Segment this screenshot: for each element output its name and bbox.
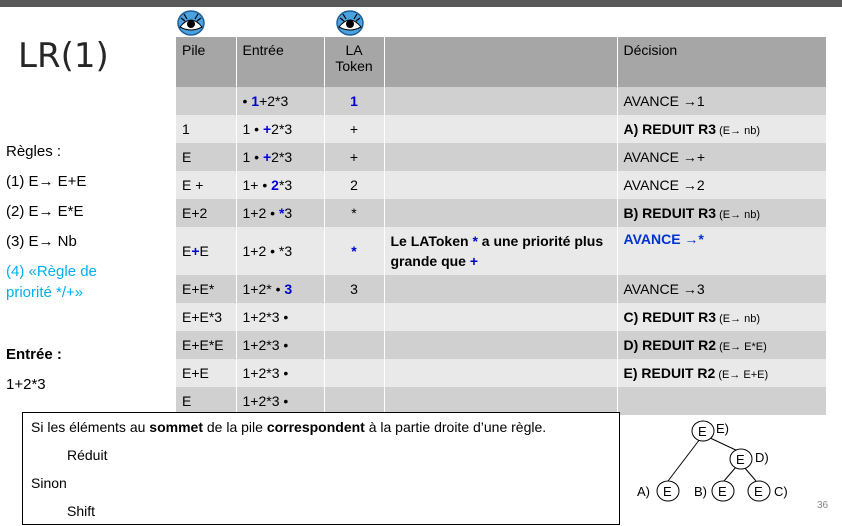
note-line-1: Si les éléments au sommet de la pile cor…: [31, 419, 547, 435]
parse-tree-diagram: E E) E D) E A) E B) E C): [637, 420, 788, 502]
header-pile: Pile: [176, 37, 237, 87]
tree-node-root-label: E: [698, 424, 707, 439]
note-line-sinon: Sinon: [31, 475, 67, 491]
table-row: E+2 1+2 • *3 * B) REDUIT R3 (E→ nb): [176, 199, 826, 227]
rule-1: (1) E→ E+E: [6, 173, 87, 190]
tree-label-b: B): [694, 484, 707, 499]
tree-node-d-label: E: [736, 452, 745, 467]
table-row: • 1+2*3 1 AVANCE →1: [176, 87, 826, 115]
table-row: E+E*3 1+2*3 • C) REDUIT R3 (E→ nb): [176, 303, 826, 331]
header-la-token: LA Token: [324, 37, 385, 87]
table-row: E 1 • +2*3 + AVANCE →+: [176, 143, 826, 171]
tree-label-d: D): [755, 450, 769, 465]
note-line-reduit: Réduit: [67, 447, 108, 463]
table-row: E+E*E 1+2*3 • D) REDUIT R2 (E→ E*E): [176, 331, 826, 359]
tree-node-a-label: E: [663, 484, 672, 499]
tree-node-c-label: E: [754, 484, 763, 499]
rule-3: (3) E→ Nb: [6, 233, 77, 250]
table-row: E 1+2*3 •: [176, 387, 826, 415]
table-header: Pile Entrée LA Token Décision: [176, 37, 826, 87]
tree-label-e: E): [716, 421, 729, 436]
eye-icon: [336, 10, 364, 36]
algorithm-note-box: Si les éléments au sommet de la pile cor…: [22, 412, 620, 525]
header-decision: Décision: [617, 37, 826, 87]
table-row: E+E 1+2*3 • E) REDUIT R2 (E→ E+E): [176, 359, 826, 387]
input-value: 1+2*3: [6, 376, 46, 393]
eye-icon: [177, 10, 205, 36]
rule-4-line2: priorité */+»: [6, 284, 84, 301]
header-note: [384, 37, 618, 87]
table-row: E+E 1+2 • *3 * Le LAToken * a une priori…: [176, 227, 826, 275]
table-row: E+E* 1+2* • 3 3 AVANCE →3: [176, 275, 826, 303]
slide-title: LR(1): [18, 36, 109, 76]
table-row: E + 1+ • 2*3 2 AVANCE →2: [176, 171, 826, 199]
tree-label-c: C): [774, 484, 788, 499]
tree-label-a: A): [637, 484, 650, 499]
note-line-shift: Shift: [67, 503, 96, 519]
header-entree: Entrée: [236, 37, 325, 87]
page-number: 36: [817, 500, 829, 511]
rule-2: (2) E→ E*E: [6, 203, 84, 220]
rule-4-line1: (4) «Règle de: [6, 263, 97, 280]
tree-node-b-label: E: [718, 484, 727, 499]
input-heading: Entrée :: [6, 346, 62, 363]
rules-heading: Règles :: [6, 143, 62, 160]
lr-parse-table: Pile Entrée LA Token Décision • 1+2*3 1 A…: [176, 37, 826, 415]
table-row: 1 1 • +2*3 + A) REDUIT R3 (E→ nb): [176, 115, 826, 143]
top-bar: [0, 0, 842, 7]
